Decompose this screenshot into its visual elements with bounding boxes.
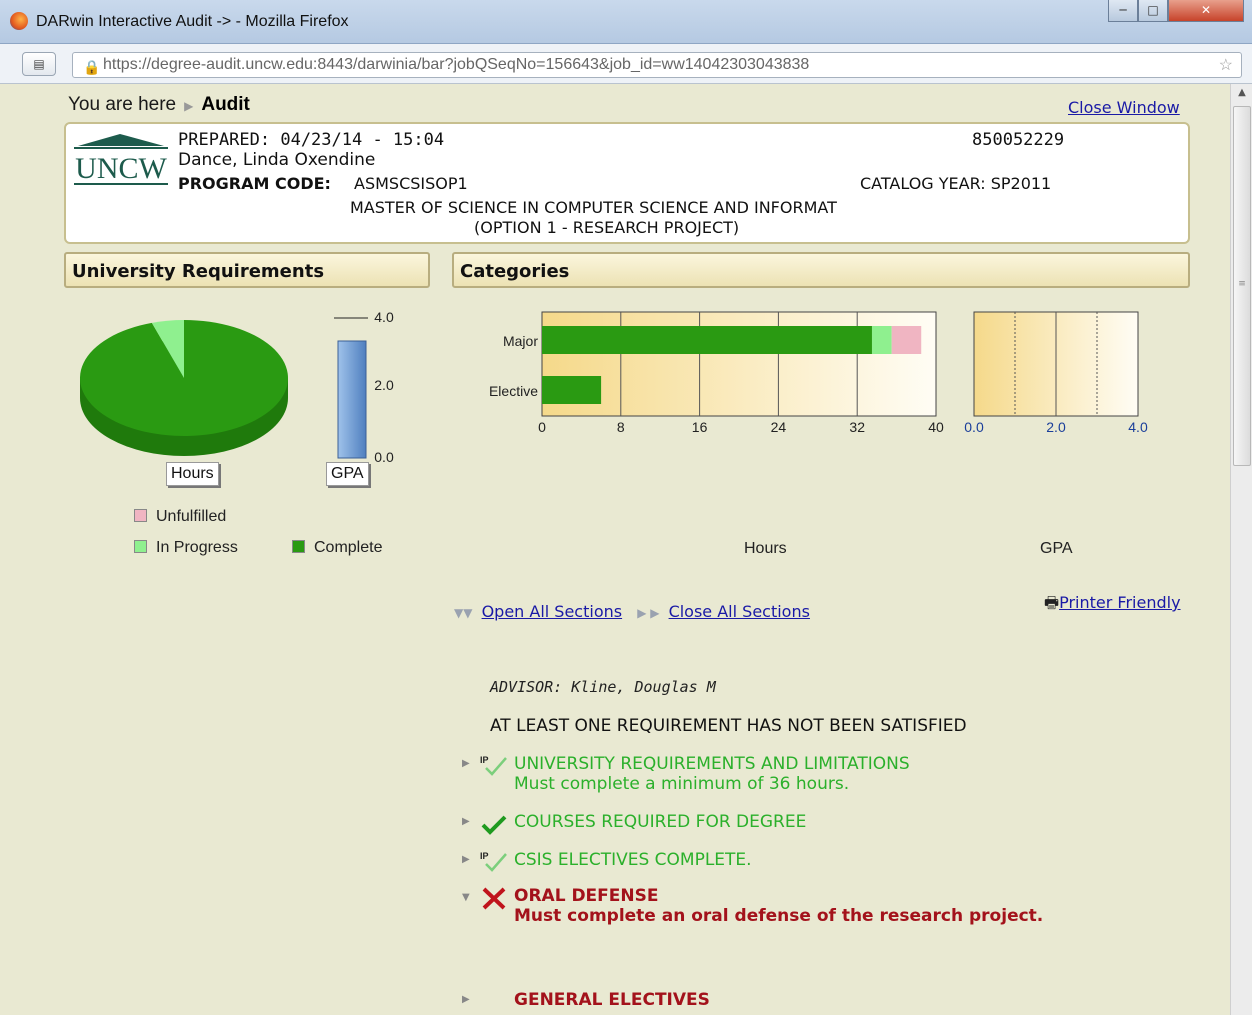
bar-major-complete [542, 326, 872, 354]
university-requirements-header: University Requirements [64, 252, 430, 288]
requirement-title: CSIS ELECTIVES COMPLETE. [514, 850, 752, 870]
complete-check-icon [481, 815, 507, 835]
requirement-subtitle: Must complete a minimum of 36 hours. [514, 774, 850, 794]
audit-status: AT LEAST ONE REQUIREMENT HAS NOT BEEN SA… [490, 716, 967, 736]
legend-complete: Complete [292, 539, 382, 557]
expand-arrow-icon[interactable]: ▶ [462, 994, 470, 1005]
breadcrumb-label: You are here [68, 94, 177, 115]
legend-in-progress: In Progress [134, 539, 238, 557]
legend-unfulfilled: Unfulfilled [134, 508, 226, 526]
open-all-sections-link[interactable]: Open All Sections [482, 602, 623, 621]
student-id: 850052229 [972, 130, 1065, 150]
scroll-up-arrow-icon[interactable]: ▲ [1231, 84, 1252, 102]
legend-in-progress-label: In Progress [156, 539, 238, 556]
student-name: Dance, Linda Oxendine [178, 150, 376, 170]
gpa-bar-label: GPA [326, 462, 369, 486]
maximize-button[interactable]: □ [1138, 0, 1168, 22]
uncw-logo: UNCW [74, 134, 168, 185]
minimize-button[interactable]: ─ [1108, 0, 1138, 22]
in-progress-check-icon: IP [480, 851, 507, 872]
program-code: ASMSCSISOP1 [354, 174, 468, 193]
gpa-bar [337, 340, 367, 459]
program-label: PROGRAM CODE: [178, 174, 331, 193]
close-window-link[interactable]: Close Window [1068, 98, 1180, 117]
legend-swatch-in-progress [134, 540, 147, 553]
hours-tick-label: 40 [928, 419, 944, 435]
gpa-tick-label: 4.0 [374, 309, 394, 325]
legend-swatch-unfulfilled [134, 509, 147, 522]
category-label-major: Major [503, 333, 538, 349]
hours-tick-label: 16 [692, 419, 708, 435]
vertical-scrollbar[interactable]: ▲ ≡ [1230, 84, 1252, 1015]
bar-major-unfulfilled [891, 326, 922, 354]
expand-arrow-icon[interactable]: ▶ [462, 758, 470, 769]
collapse-arrow-icon[interactable]: ▼ [462, 892, 470, 903]
window-title: DARwin Interactive Audit -> - Mozilla Fi… [36, 13, 349, 30]
categories-charts: 0 8 16 24 32 40 Major Elective 0.0 2.0 4.0 [489, 311, 1148, 435]
advisor-line: ADVISOR: Kline, Douglas M [490, 678, 716, 696]
open-all-arrow-icon: ▼▼ [454, 606, 473, 620]
category-label-elective: Elective [489, 383, 538, 399]
page-content: You are here ▶ Audit Close Window UNCW PRE… [0, 84, 1230, 1015]
gpa-tick-label: 0.0 [374, 449, 394, 465]
requirement-subtitle: Must complete an oral defense of the res… [514, 906, 1044, 926]
breadcrumb: You are here ▶ Audit [68, 94, 250, 116]
student-header: UNCW PREPARED: 04/23/14 - 15:04 85005222… [64, 122, 1190, 244]
requirement-title: ORAL DEFENSE [514, 886, 659, 906]
gpa-tick-label: 4.0 [1128, 419, 1148, 435]
requirement-title: UNIVERSITY REQUIREMENTS AND LIMITATIONS [514, 754, 910, 774]
expand-arrow-icon[interactable]: ▶ [462, 816, 470, 827]
firefox-logo-icon [10, 12, 28, 30]
in-progress-check-icon: IP [480, 755, 507, 776]
expand-arrow-icon[interactable]: ▶ [462, 854, 470, 865]
svg-text:IP: IP [480, 755, 489, 765]
lock-icon: 🔒 [83, 59, 101, 75]
url-field[interactable]: 🔒 https://degree-audit.uncw.edu:8443/dar… [72, 52, 1242, 78]
section-controls: ▼▼ Open All Sections ▶ ▶ Close All Secti… [454, 602, 810, 621]
url-text: https://degree-audit.uncw.edu:8443/darwi… [103, 56, 810, 73]
categories-header: Categories [452, 252, 1190, 288]
categories-hours-axis-label: Hours [744, 540, 787, 557]
pie-hours-label: Hours [166, 462, 219, 486]
tab-list-icon[interactable]: ▤ [22, 52, 56, 76]
hours-tick-label: 8 [617, 419, 625, 435]
not-complete-x-icon [482, 887, 506, 910]
requirement-title: COURSES REQUIRED FOR DEGREE [514, 812, 807, 832]
printer-friendly-link[interactable]: Printer Friendly [1059, 593, 1180, 612]
address-bar: ▤ 🔒 https://degree-audit.uncw.edu:8443/d… [0, 44, 1252, 84]
bar-major-in-progress [871, 326, 892, 354]
legend-unfulfilled-label: Unfulfilled [156, 508, 227, 525]
close-window-button[interactable]: ✕ [1168, 0, 1244, 22]
hours-tick-label: 0 [538, 419, 546, 435]
breadcrumb-arrow-icon: ▶ [184, 99, 194, 113]
breadcrumb-current: Audit [201, 94, 250, 115]
close-all-arrow-icon: ▶ ▶ [637, 606, 660, 620]
gpa-tick-label: 2.0 [1046, 419, 1066, 435]
window-titlebar: DARwin Interactive Audit -> - Mozilla Fi… [0, 0, 1252, 44]
hours-tick-label: 24 [771, 419, 787, 435]
categories-gpa-axis-label: GPA [1040, 540, 1073, 557]
svg-text:IP: IP [480, 851, 489, 861]
bookmark-star-icon[interactable]: ☆ [1219, 54, 1233, 77]
gpa-tick-label: 0.0 [964, 419, 984, 435]
gpa-tick-label: 2.0 [374, 377, 394, 393]
degree-option: (OPTION 1 - RESEARCH PROJECT) [474, 218, 740, 237]
printer-friendly[interactable]: 🖶Printer Friendly [1044, 592, 1181, 619]
legend-swatch-complete [292, 540, 305, 553]
hours-tick-label: 32 [849, 419, 865, 435]
svg-text:UNCW: UNCW [75, 152, 167, 185]
catalog-year: CATALOG YEAR: SP2011 [860, 174, 1052, 193]
close-all-sections-link[interactable]: Close All Sections [669, 602, 810, 621]
requirement-title: GENERAL ELECTIVES [514, 990, 710, 1010]
university-charts: 0.0 2.0 4.0 [80, 309, 394, 465]
bar-elective-complete [542, 376, 602, 404]
scrollbar-thumb[interactable]: ≡ [1233, 106, 1251, 466]
degree-title: MASTER OF SCIENCE IN COMPUTER SCIENCE AN… [350, 198, 837, 217]
legend-complete-label: Complete [314, 539, 383, 556]
prepared-date: PREPARED: 04/23/14 - 15:04 [178, 130, 445, 150]
printer-icon: 🖶 [1044, 593, 1060, 612]
